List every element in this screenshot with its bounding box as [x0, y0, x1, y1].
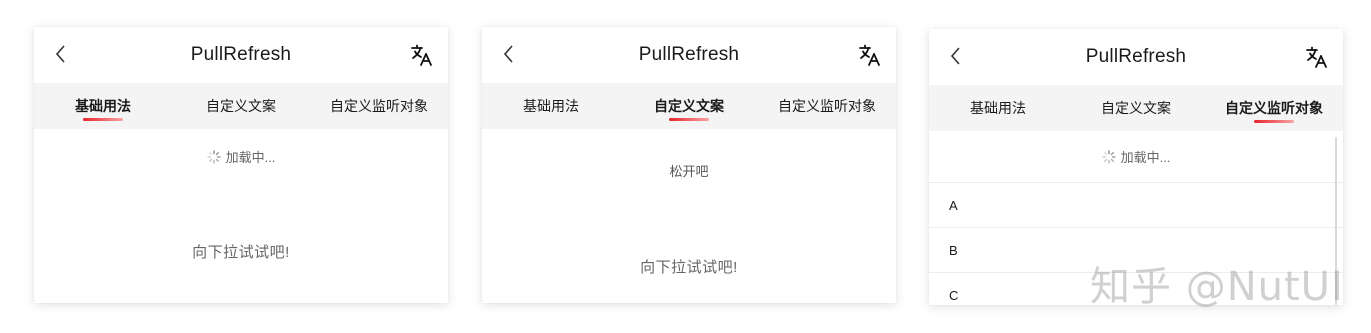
- tab-custom-target[interactable]: 自定义监听对象: [310, 83, 448, 129]
- loading-text: 加载中...: [1120, 150, 1171, 165]
- pull-hint: 向下拉试试吧!: [640, 259, 738, 276]
- list-item: A: [929, 183, 1343, 228]
- pull-refresh-area[interactable]: 加载中... 向下拉试试吧!: [34, 129, 448, 303]
- tab-label: 自定义监听对象: [778, 98, 876, 114]
- loading-indicator: 加载中...: [929, 131, 1343, 183]
- tab-label: 自定义文案: [654, 98, 724, 114]
- loading-spinner-icon: [206, 149, 221, 164]
- tab-active-indicator: [1254, 120, 1294, 123]
- nav-bar: PullRefresh: [482, 27, 896, 83]
- tab-custom-target[interactable]: 自定义监听对象: [758, 83, 896, 129]
- nav-title: PullRefresh: [638, 44, 740, 65]
- chevron-left-icon[interactable]: [500, 41, 518, 67]
- tab-bar: 基础用法 自定义文案 自定义监听对象: [929, 85, 1343, 131]
- tab-active-indicator: [83, 118, 123, 121]
- nav-title: PullRefresh: [190, 44, 292, 65]
- tab-active-indicator: [669, 118, 709, 121]
- watermark: 知乎 @NutUI: [1090, 264, 1344, 310]
- demo-panel-basic: PullRefresh 基础用法 自定义文案 自定义监听对象 加载中... 向下…: [34, 27, 448, 303]
- tab-label: 自定义监听对象: [1225, 100, 1323, 116]
- tab-custom-text[interactable]: 自定义文案: [620, 83, 758, 129]
- tab-label: 基础用法: [75, 98, 131, 114]
- tab-custom-text[interactable]: 自定义文案: [1067, 85, 1205, 131]
- tab-custom-target[interactable]: 自定义监听对象: [1205, 85, 1343, 131]
- loading-text: 加载中...: [225, 150, 276, 165]
- tab-bar: 基础用法 自定义文案 自定义监听对象: [34, 83, 448, 129]
- tab-bar: 基础用法 自定义文案 自定义监听对象: [482, 83, 896, 129]
- tab-label: 自定义文案: [1101, 100, 1171, 116]
- tab-custom-text[interactable]: 自定义文案: [172, 83, 310, 129]
- pull-refresh-area[interactable]: 松开吧 向下拉试试吧!: [482, 129, 896, 303]
- nav-bar: PullRefresh: [34, 27, 448, 83]
- loading-spinner-icon: [1101, 149, 1116, 164]
- nav-title: PullRefresh: [1085, 46, 1187, 67]
- chevron-left-icon[interactable]: [947, 43, 965, 69]
- tab-label: 自定义监听对象: [330, 98, 428, 114]
- translate-icon[interactable]: [410, 43, 434, 67]
- pull-hint: 向下拉试试吧!: [192, 244, 290, 261]
- tab-basic[interactable]: 基础用法: [929, 85, 1067, 131]
- translate-icon[interactable]: [1305, 45, 1329, 69]
- tab-label: 基础用法: [523, 98, 579, 114]
- loading-indicator: 加载中...: [34, 129, 448, 166]
- chevron-left-icon[interactable]: [52, 41, 70, 67]
- tab-basic[interactable]: 基础用法: [34, 83, 172, 129]
- translate-icon[interactable]: [858, 43, 882, 67]
- nav-bar: PullRefresh: [929, 29, 1343, 85]
- release-text: 松开吧: [669, 164, 709, 179]
- tab-label: 基础用法: [970, 100, 1026, 116]
- tab-label: 自定义文案: [206, 98, 276, 114]
- demo-panel-custom-text: PullRefresh 基础用法 自定义文案 自定义监听对象 松开吧 向下拉试试…: [482, 27, 896, 303]
- tab-basic[interactable]: 基础用法: [482, 83, 620, 129]
